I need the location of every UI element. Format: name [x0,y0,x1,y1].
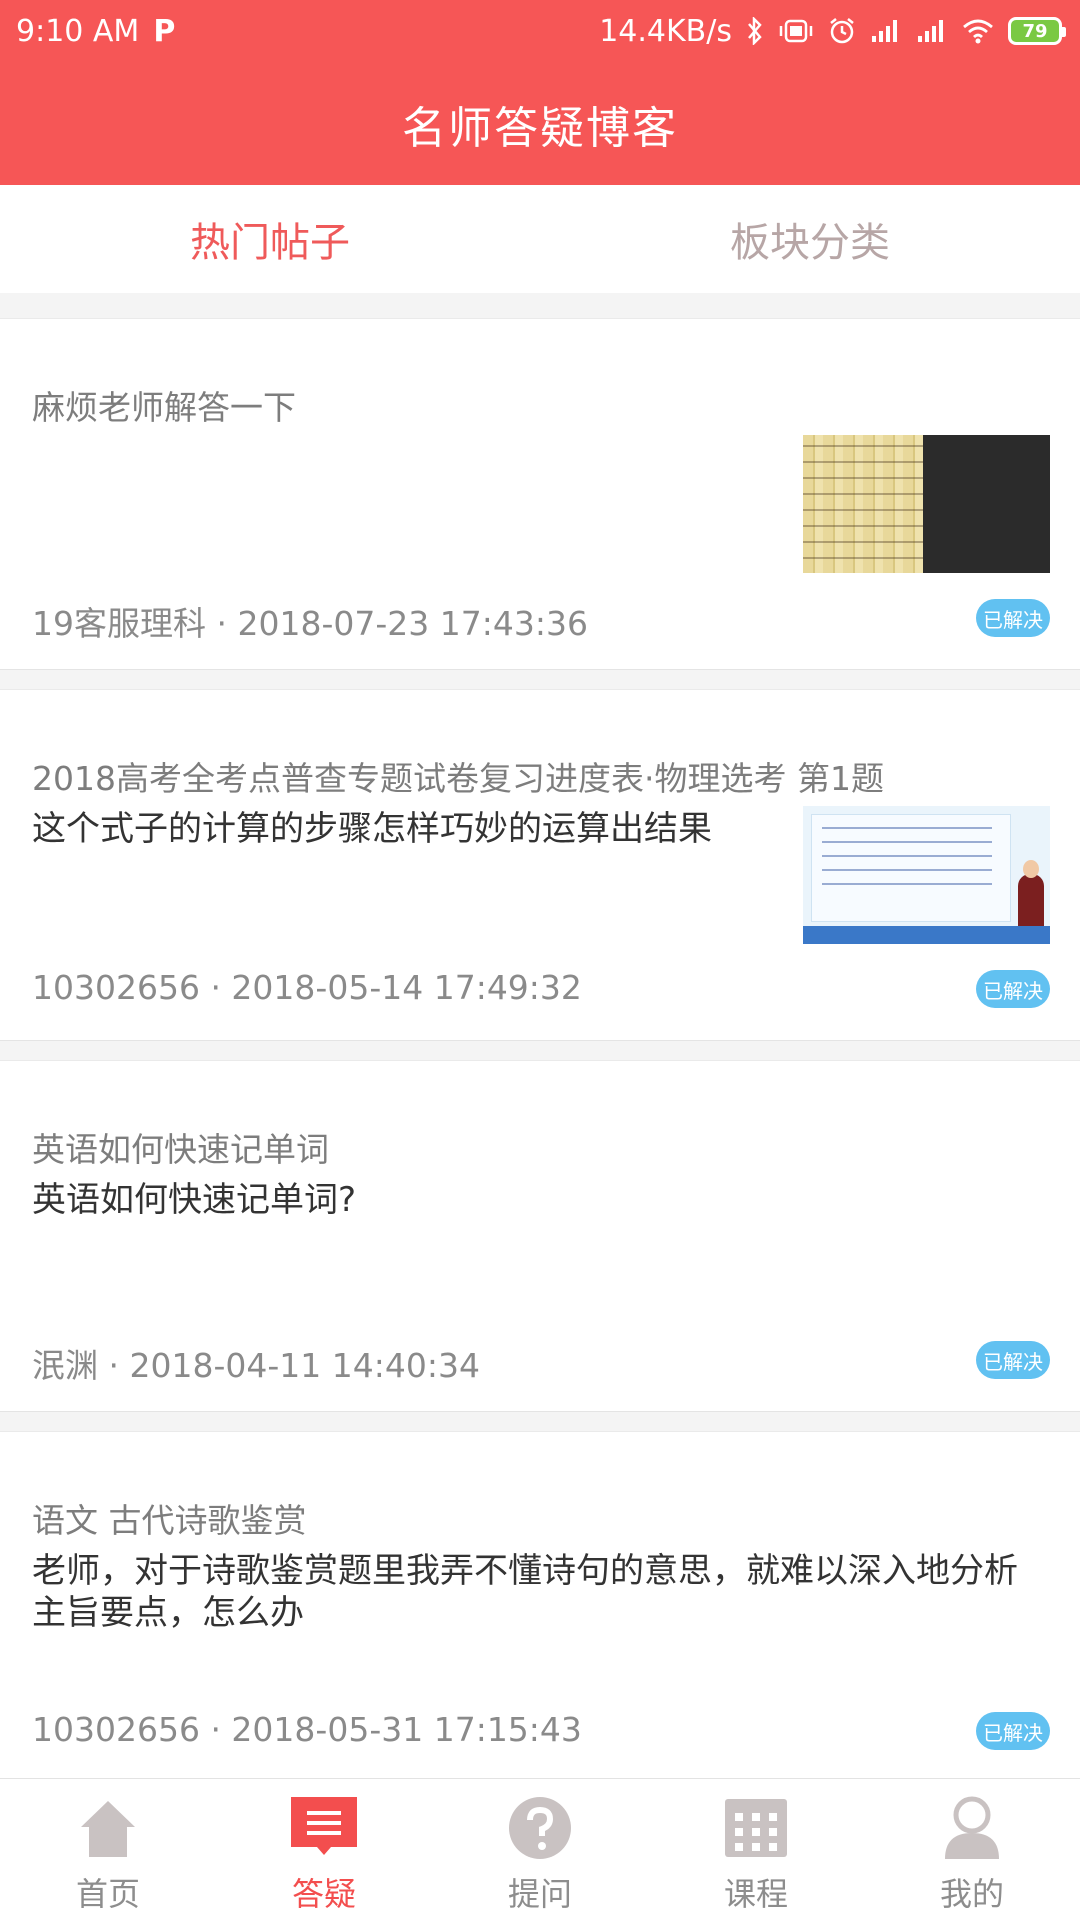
bluetooth-icon [746,16,764,46]
nav-label: 提问 [507,1875,572,1913]
post-body: 老师，对于诗歌鉴赏题里我弄不懂诗句的意思，就难以深入地分析主旨要点，怎么办 [32,1551,1018,1633]
resolved-badge: 已解决 [976,1712,1050,1750]
post-thumbnail[interactable] [803,435,1050,573]
signal-icon-2 [916,16,948,46]
post-meta: 10302656 · 2018-05-14 17:49:32 [32,968,582,1007]
post-title: 英语如何快速记单词 [32,1130,329,1169]
page-title: 名师答疑博客 [402,102,678,154]
resolved-badge: 已解决 [976,970,1050,1008]
tab-bar: 热门帖子 板块分类 [0,185,1080,293]
resolved-badge: 已解决 [976,1341,1050,1379]
parking-icon: P [153,13,176,49]
nav-label: 我的 [939,1875,1004,1913]
teacher-figure [1018,860,1044,926]
resolved-badge: 已解决 [976,599,1050,637]
nav-label: 首页 [75,1875,140,1913]
screen: 9:10 AM P 14.4KB/s 79 名师答疑博客 热门帖子 板块分类 麻… [0,0,1080,1920]
nav-label: 答疑 [291,1875,356,1913]
status-time: 9:10 AM [16,13,140,49]
tab-hot-posts[interactable]: 热门帖子 [0,185,540,293]
wifi-icon [962,16,994,46]
post-body: 这个式子的计算的步骤怎样巧妙的运算出结果 [32,809,712,849]
nav-profile[interactable]: 我的 [864,1779,1080,1920]
post-meta: 10302656 · 2018-05-31 17:15:43 [32,1710,582,1749]
post-meta: 19客服理科 · 2018-07-23 17:43:36 [32,604,588,643]
post-title: 2018高考全考点普查专题试卷复习进度表·物理选考 第1题 [32,759,884,798]
vibrate-icon [778,16,814,46]
homework-paper-image [803,435,923,573]
post-title: 语文 古代诗歌鉴赏 [32,1501,307,1540]
nav-ask[interactable]: 提问 [432,1779,648,1920]
slide-caption-bar [803,926,1050,944]
bottom-nav: 首页 答疑 提问 课程 我的 [0,1778,1080,1920]
qa-list-icon [289,1793,359,1863]
home-icon [73,1793,143,1863]
alarm-icon [828,16,856,46]
nav-courses[interactable]: 课程 [648,1779,864,1920]
battery-icon: 79 [1008,17,1066,45]
post-title: 麻烦老师解答一下 [32,388,296,427]
calendar-icon [721,1793,791,1863]
post-meta: 泯渊 · 2018-04-11 14:40:34 [32,1346,480,1385]
profile-icon [937,1793,1007,1863]
app-header: 名师答疑博客 [0,62,1080,185]
nav-home[interactable]: 首页 [0,1779,216,1920]
status-right: 14.4KB/s 79 [599,13,1066,49]
lecture-slide-image [811,814,1011,922]
post-card[interactable]: 2018高考全考点普查专题试卷复习进度表·物理选考 第1题 这个式子的计算的步骤… [0,689,1080,1041]
question-icon [505,1793,575,1863]
post-card[interactable]: 英语如何快速记单词 英语如何快速记单词? 泯渊 · 2018-04-11 14:… [0,1060,1080,1412]
post-body: 英语如何快速记单词? [32,1180,357,1220]
signal-icon-1 [870,16,902,46]
battery-level: 79 [1022,20,1048,42]
post-card[interactable]: 麻烦老师解答一下 19客服理科 · 2018-07-23 17:43:36 已解… [0,318,1080,670]
post-card[interactable]: 语文 古代诗歌鉴赏 老师，对于诗歌鉴赏题里我弄不懂诗句的意思，就难以深入地分析主… [0,1431,1080,1783]
nav-qa[interactable]: 答疑 [216,1779,432,1920]
post-thumbnail[interactable] [803,806,1050,944]
post-list: 麻烦老师解答一下 19客服理科 · 2018-07-23 17:43:36 已解… [0,318,1080,1802]
tab-categories[interactable]: 板块分类 [540,185,1080,293]
status-bar: 9:10 AM P 14.4KB/s 79 [0,0,1080,62]
nav-label: 课程 [723,1875,788,1913]
network-speed: 14.4KB/s [599,13,732,49]
status-left: 9:10 AM P [16,14,175,49]
